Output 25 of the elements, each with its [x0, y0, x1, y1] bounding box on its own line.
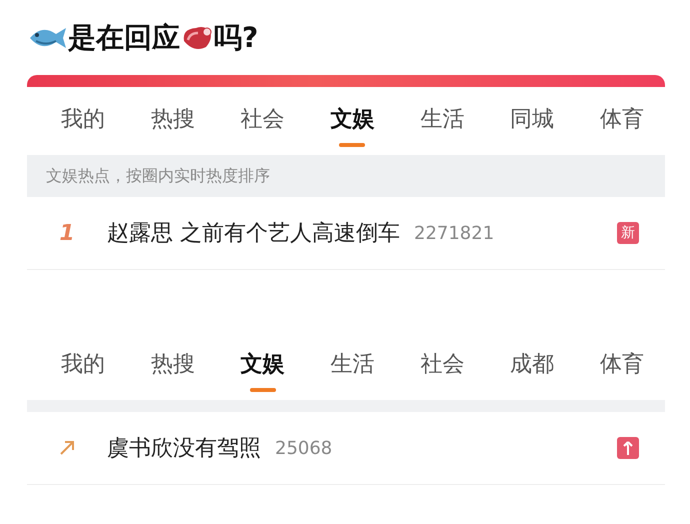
- tab[interactable]: 我的: [60, 93, 105, 147]
- tab[interactable]: 体育: [600, 93, 644, 147]
- tab[interactable]: 生活: [330, 338, 374, 392]
- tab[interactable]: 生活: [420, 93, 464, 147]
- hot-search-title[interactable]: 虞书欣没有驾照: [107, 433, 261, 463]
- tab[interactable]: 社会: [240, 93, 285, 147]
- tab[interactable]: 社会: [420, 338, 464, 392]
- tab[interactable]: 热搜: [150, 338, 195, 392]
- new-badge: 新: [617, 222, 639, 244]
- tab[interactable]: 热搜: [150, 93, 195, 147]
- tab[interactable]: 体育: [600, 338, 644, 392]
- rising-badge-icon: [617, 437, 639, 459]
- tab[interactable]: 文娱: [240, 338, 285, 392]
- rising-arrow-icon: [59, 440, 75, 456]
- tab[interactable]: 我的: [60, 338, 105, 392]
- heat-count: 25068: [275, 438, 332, 458]
- tab[interactable]: 文娱: [330, 93, 374, 147]
- section-subtitle: 文娱热点，按圈内实时热度排序: [27, 155, 665, 197]
- heading-text: 是在回应: [68, 20, 180, 56]
- hot-search-title[interactable]: 赵露思 之前有个艺人高速倒车: [107, 218, 400, 248]
- tab[interactable]: 同城: [510, 93, 554, 147]
- heading-text: 吗?: [214, 20, 258, 56]
- tab[interactable]: 成都: [510, 338, 554, 392]
- rank-number: 1: [59, 220, 75, 246]
- heat-count: 2271821: [414, 222, 494, 244]
